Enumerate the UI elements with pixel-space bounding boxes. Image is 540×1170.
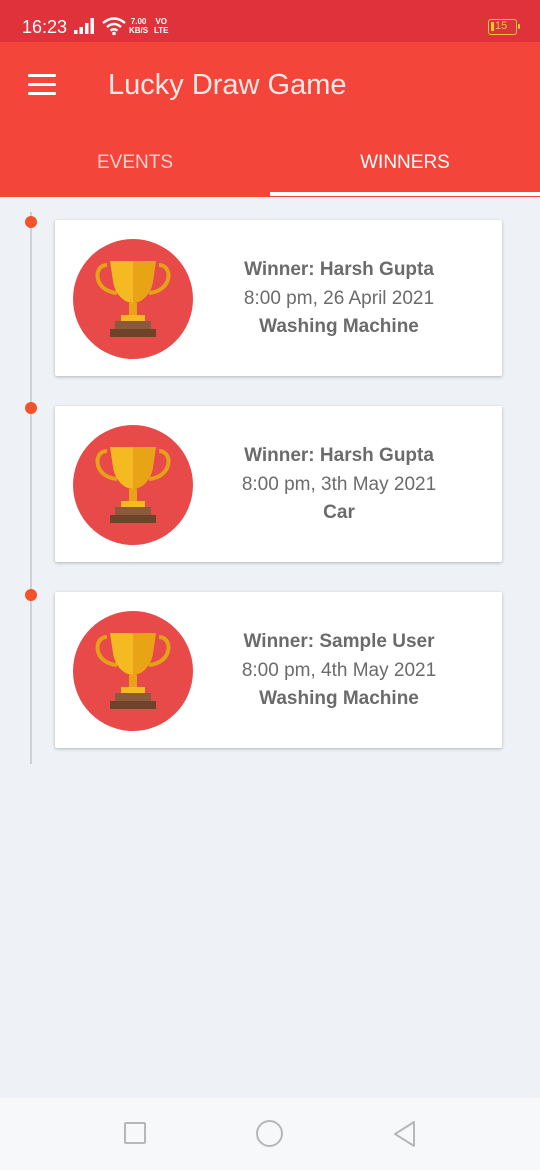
system-nav-bar [0,1098,540,1170]
home-icon[interactable] [256,1120,283,1147]
hamburger-menu-icon[interactable] [24,72,60,98]
winner-name: Winner: Harsh Gupta [244,445,434,466]
winner-name: Winner: Harsh Gupta [244,259,434,280]
network-type: VO LTE [154,17,169,35]
network-speed: 7.00 KB/S [129,17,148,35]
status-bar: 16:23 7.00 KB/S VO LTE 15 [0,0,540,42]
timeline-dot [25,216,37,228]
winner-details: Winner: Harsh Gupta 8:00 pm, 26 April 20… [215,256,463,342]
trophy-icon [95,633,171,709]
winner-card[interactable]: Winner: Harsh Gupta 8:00 pm, 26 April 20… [55,220,502,376]
timeline-dot [25,589,37,601]
trophy-icon [95,447,171,523]
network-speed-value: 7.00 [130,17,147,26]
draw-datetime: 8:00 pm, 4th May 2021 [241,659,437,681]
trophy-avatar [73,425,193,545]
battery-level: 15 [495,20,508,32]
draw-datetime: 8:00 pm, 3th May 2021 [241,473,437,495]
winner-name: Winner: Sample User [243,631,435,652]
wifi-icon [102,17,126,36]
winner-card[interactable]: Winner: Sample User 8:00 pm, 4th May 202… [55,592,502,748]
timeline-dot [25,402,37,414]
winner-details: Winner: Harsh Gupta 8:00 pm, 3th May 202… [215,442,463,528]
prize-name: Car [323,502,355,523]
tab-events[interactable]: EVENTS [0,142,270,184]
recent-apps-icon[interactable] [124,1122,146,1144]
back-icon[interactable] [392,1120,418,1148]
signal-icon [74,18,94,34]
selected-tab-indicator [270,192,540,196]
app-bar: Lucky Draw Game EVENTS WINNERS [0,42,540,197]
winner-details: Winner: Sample User 8:00 pm, 4th May 202… [215,628,463,714]
network-type-top: VO [155,17,168,26]
battery-icon: 15 [488,19,520,35]
tab-winners[interactable]: WINNERS [270,142,540,184]
trophy-avatar [73,239,193,359]
network-type-bottom: LTE [154,26,169,35]
prize-name: Washing Machine [259,316,419,337]
trophy-avatar [73,611,193,731]
status-time: 16:23 [22,17,68,37]
winner-card[interactable]: Winner: Harsh Gupta 8:00 pm, 3th May 202… [55,406,502,562]
app-title: Lucky Draw Game [108,69,347,101]
timeline-line [30,212,32,764]
prize-name: Washing Machine [259,688,419,709]
draw-datetime: 8:00 pm, 26 April 2021 [243,287,435,309]
network-speed-unit: KB/S [129,26,149,35]
trophy-icon [95,261,171,337]
